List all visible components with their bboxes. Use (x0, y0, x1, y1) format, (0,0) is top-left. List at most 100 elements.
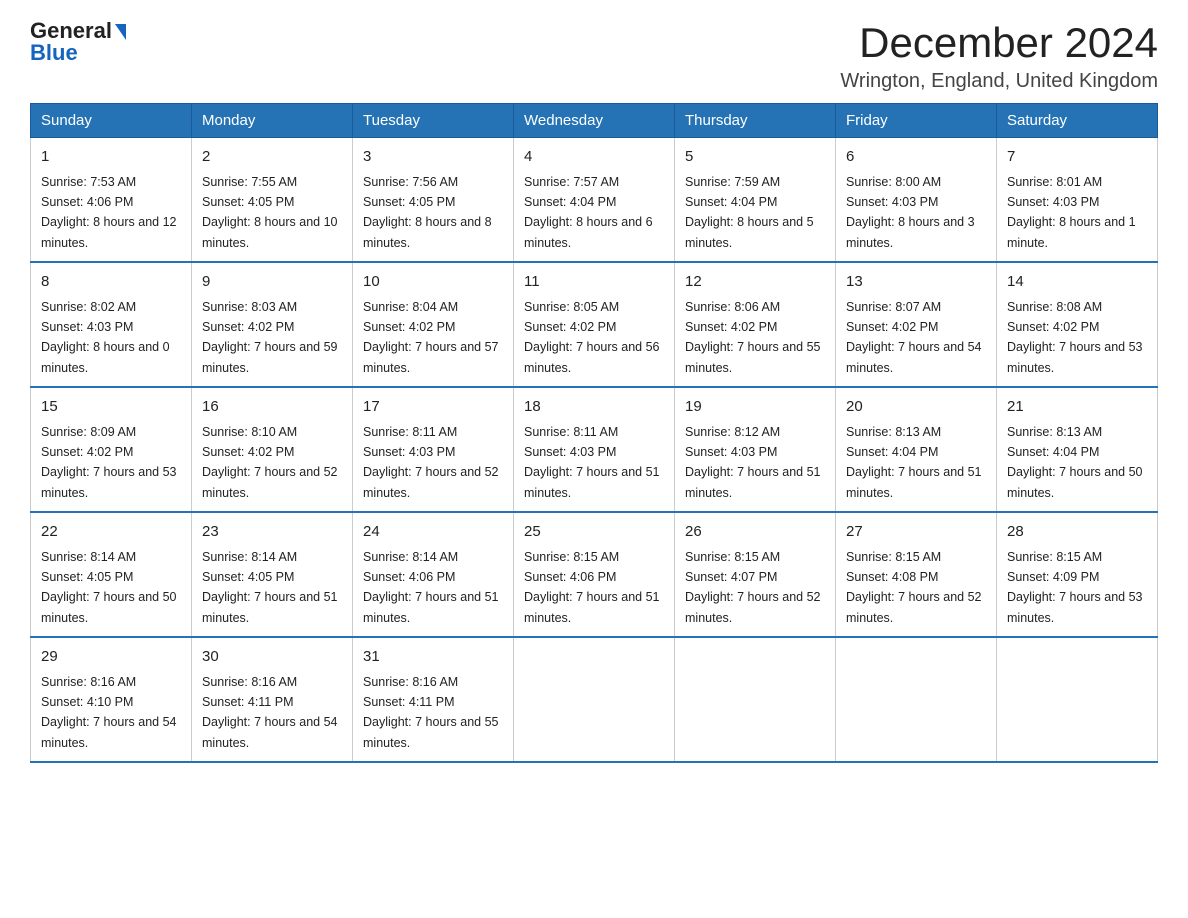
calendar-cell: 5 Sunrise: 7:59 AMSunset: 4:04 PMDayligh… (675, 138, 836, 263)
calendar-cell: 22 Sunrise: 8:14 AMSunset: 4:05 PMDaylig… (31, 512, 192, 637)
calendar-cell (836, 637, 997, 762)
calendar-header-row: SundayMondayTuesdayWednesdayThursdayFrid… (31, 104, 1158, 138)
day-number: 31 (363, 646, 503, 669)
calendar-cell: 16 Sunrise: 8:10 AMSunset: 4:02 PMDaylig… (192, 387, 353, 512)
calendar-week-4: 22 Sunrise: 8:14 AMSunset: 4:05 PMDaylig… (31, 512, 1158, 637)
day-number: 13 (846, 271, 986, 294)
calendar-table: SundayMondayTuesdayWednesdayThursdayFrid… (30, 103, 1158, 763)
day-number: 20 (846, 396, 986, 419)
day-info: Sunrise: 8:11 AMSunset: 4:03 PMDaylight:… (524, 425, 660, 500)
calendar-cell (675, 637, 836, 762)
day-number: 19 (685, 396, 825, 419)
day-number: 1 (41, 146, 181, 169)
calendar-cell: 26 Sunrise: 8:15 AMSunset: 4:07 PMDaylig… (675, 512, 836, 637)
day-number: 9 (202, 271, 342, 294)
day-number: 3 (363, 146, 503, 169)
day-number: 21 (1007, 396, 1147, 419)
calendar-cell: 8 Sunrise: 8:02 AMSunset: 4:03 PMDayligh… (31, 262, 192, 387)
calendar-cell: 1 Sunrise: 7:53 AMSunset: 4:06 PMDayligh… (31, 138, 192, 263)
calendar-cell: 25 Sunrise: 8:15 AMSunset: 4:06 PMDaylig… (514, 512, 675, 637)
calendar-cell (997, 637, 1158, 762)
calendar-week-5: 29 Sunrise: 8:16 AMSunset: 4:10 PMDaylig… (31, 637, 1158, 762)
day-info: Sunrise: 8:07 AMSunset: 4:02 PMDaylight:… (846, 300, 982, 375)
day-number: 29 (41, 646, 181, 669)
calendar-cell: 23 Sunrise: 8:14 AMSunset: 4:05 PMDaylig… (192, 512, 353, 637)
day-info: Sunrise: 8:16 AMSunset: 4:11 PMDaylight:… (363, 675, 499, 750)
day-number: 27 (846, 521, 986, 544)
calendar-cell: 2 Sunrise: 7:55 AMSunset: 4:05 PMDayligh… (192, 138, 353, 263)
day-info: Sunrise: 7:53 AMSunset: 4:06 PMDaylight:… (41, 175, 177, 250)
day-number: 25 (524, 521, 664, 544)
day-number: 6 (846, 146, 986, 169)
calendar-cell: 7 Sunrise: 8:01 AMSunset: 4:03 PMDayligh… (997, 138, 1158, 263)
day-number: 24 (363, 521, 503, 544)
day-info: Sunrise: 7:56 AMSunset: 4:05 PMDaylight:… (363, 175, 492, 250)
day-number: 7 (1007, 146, 1147, 169)
day-info: Sunrise: 7:55 AMSunset: 4:05 PMDaylight:… (202, 175, 338, 250)
calendar-cell: 10 Sunrise: 8:04 AMSunset: 4:02 PMDaylig… (353, 262, 514, 387)
day-number: 14 (1007, 271, 1147, 294)
day-number: 11 (524, 271, 664, 294)
logo-blue-text: Blue (30, 42, 78, 64)
day-number: 12 (685, 271, 825, 294)
calendar-cell: 17 Sunrise: 8:11 AMSunset: 4:03 PMDaylig… (353, 387, 514, 512)
day-info: Sunrise: 8:01 AMSunset: 4:03 PMDaylight:… (1007, 175, 1136, 250)
calendar-cell: 15 Sunrise: 8:09 AMSunset: 4:02 PMDaylig… (31, 387, 192, 512)
day-number: 28 (1007, 521, 1147, 544)
calendar-cell (514, 637, 675, 762)
logo-general-text: General (30, 20, 112, 42)
subtitle: Wrington, England, United Kingdom (840, 70, 1158, 93)
day-number: 10 (363, 271, 503, 294)
day-number: 17 (363, 396, 503, 419)
day-info: Sunrise: 8:00 AMSunset: 4:03 PMDaylight:… (846, 175, 975, 250)
day-number: 8 (41, 271, 181, 294)
day-number: 4 (524, 146, 664, 169)
day-info: Sunrise: 8:10 AMSunset: 4:02 PMDaylight:… (202, 425, 338, 500)
calendar-cell: 31 Sunrise: 8:16 AMSunset: 4:11 PMDaylig… (353, 637, 514, 762)
day-number: 30 (202, 646, 342, 669)
calendar-cell: 24 Sunrise: 8:14 AMSunset: 4:06 PMDaylig… (353, 512, 514, 637)
calendar-cell: 30 Sunrise: 8:16 AMSunset: 4:11 PMDaylig… (192, 637, 353, 762)
day-info: Sunrise: 7:59 AMSunset: 4:04 PMDaylight:… (685, 175, 814, 250)
day-info: Sunrise: 8:02 AMSunset: 4:03 PMDaylight:… (41, 300, 170, 375)
day-number: 23 (202, 521, 342, 544)
column-header-saturday: Saturday (997, 104, 1158, 138)
calendar-cell: 6 Sunrise: 8:00 AMSunset: 4:03 PMDayligh… (836, 138, 997, 263)
day-number: 2 (202, 146, 342, 169)
calendar-week-2: 8 Sunrise: 8:02 AMSunset: 4:03 PMDayligh… (31, 262, 1158, 387)
column-header-sunday: Sunday (31, 104, 192, 138)
day-number: 26 (685, 521, 825, 544)
day-info: Sunrise: 8:05 AMSunset: 4:02 PMDaylight:… (524, 300, 660, 375)
day-info: Sunrise: 8:03 AMSunset: 4:02 PMDaylight:… (202, 300, 338, 375)
day-info: Sunrise: 8:09 AMSunset: 4:02 PMDaylight:… (41, 425, 177, 500)
day-number: 18 (524, 396, 664, 419)
main-title: December 2024 (840, 20, 1158, 66)
logo: General Blue (30, 20, 126, 64)
day-info: Sunrise: 8:14 AMSunset: 4:05 PMDaylight:… (202, 550, 338, 625)
column-header-wednesday: Wednesday (514, 104, 675, 138)
calendar-cell: 19 Sunrise: 8:12 AMSunset: 4:03 PMDaylig… (675, 387, 836, 512)
calendar-cell: 29 Sunrise: 8:16 AMSunset: 4:10 PMDaylig… (31, 637, 192, 762)
day-number: 22 (41, 521, 181, 544)
calendar-cell: 14 Sunrise: 8:08 AMSunset: 4:02 PMDaylig… (997, 262, 1158, 387)
day-info: Sunrise: 8:08 AMSunset: 4:02 PMDaylight:… (1007, 300, 1143, 375)
day-info: Sunrise: 8:14 AMSunset: 4:05 PMDaylight:… (41, 550, 177, 625)
calendar-cell: 12 Sunrise: 8:06 AMSunset: 4:02 PMDaylig… (675, 262, 836, 387)
day-info: Sunrise: 8:13 AMSunset: 4:04 PMDaylight:… (846, 425, 982, 500)
day-info: Sunrise: 8:12 AMSunset: 4:03 PMDaylight:… (685, 425, 821, 500)
day-info: Sunrise: 8:16 AMSunset: 4:10 PMDaylight:… (41, 675, 177, 750)
day-info: Sunrise: 8:15 AMSunset: 4:06 PMDaylight:… (524, 550, 660, 625)
calendar-cell: 20 Sunrise: 8:13 AMSunset: 4:04 PMDaylig… (836, 387, 997, 512)
calendar-cell: 13 Sunrise: 8:07 AMSunset: 4:02 PMDaylig… (836, 262, 997, 387)
column-header-tuesday: Tuesday (353, 104, 514, 138)
page-header: General Blue December 2024 Wrington, Eng… (30, 20, 1158, 93)
day-info: Sunrise: 7:57 AMSunset: 4:04 PMDaylight:… (524, 175, 653, 250)
calendar-cell: 4 Sunrise: 7:57 AMSunset: 4:04 PMDayligh… (514, 138, 675, 263)
calendar-cell: 28 Sunrise: 8:15 AMSunset: 4:09 PMDaylig… (997, 512, 1158, 637)
calendar-cell: 9 Sunrise: 8:03 AMSunset: 4:02 PMDayligh… (192, 262, 353, 387)
column-header-monday: Monday (192, 104, 353, 138)
day-info: Sunrise: 8:14 AMSunset: 4:06 PMDaylight:… (363, 550, 499, 625)
day-number: 16 (202, 396, 342, 419)
day-info: Sunrise: 8:15 AMSunset: 4:07 PMDaylight:… (685, 550, 821, 625)
day-number: 5 (685, 146, 825, 169)
